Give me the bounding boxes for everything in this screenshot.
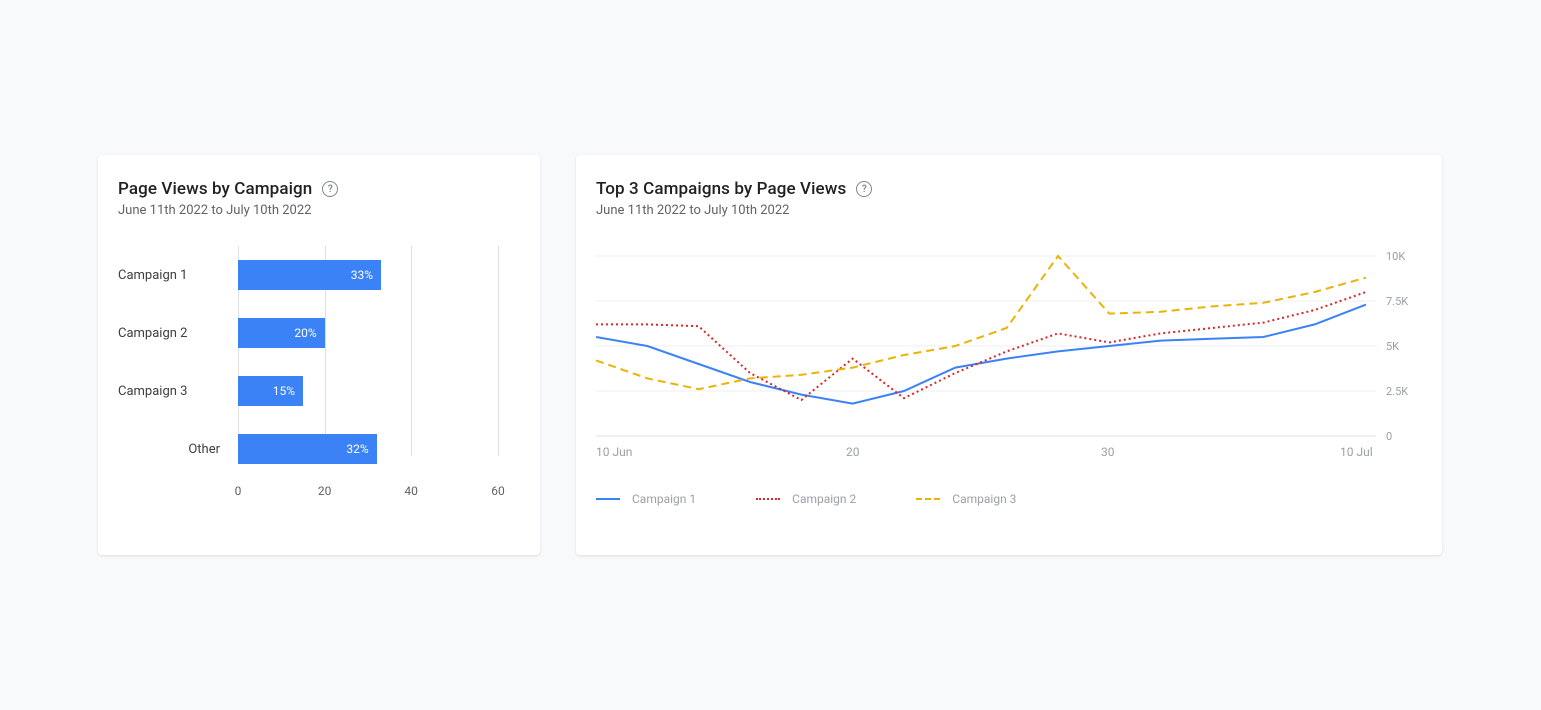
x-tick: 30 bbox=[1101, 445, 1115, 459]
legend-label: Campaign 3 bbox=[952, 492, 1016, 506]
x-tick: 20 bbox=[846, 445, 860, 459]
page-views-by-campaign-card: Page Views by Campaign ? June 11th 2022 … bbox=[98, 155, 540, 555]
top-3-campaigns-card: Top 3 Campaigns by Page Views ? June 11t… bbox=[576, 155, 1442, 555]
bar-row: Campaign 2 20% bbox=[118, 304, 520, 362]
legend-item: Campaign 3 bbox=[916, 492, 1016, 506]
card-title: Top 3 Campaigns by Page Views bbox=[596, 179, 846, 199]
bar-label: Campaign 1 bbox=[118, 268, 238, 283]
series-group bbox=[596, 256, 1366, 404]
bar-fill: 20% bbox=[238, 318, 325, 348]
bar-value: 33% bbox=[351, 268, 373, 282]
legend-item: Campaign 1 bbox=[596, 492, 696, 506]
bar-track: 32% bbox=[238, 434, 520, 464]
card-subtitle: June 11th 2022 to July 10th 2022 bbox=[118, 203, 520, 218]
y-tick: 2.5K bbox=[1386, 385, 1408, 398]
x-tick: 0 bbox=[235, 484, 242, 498]
bar-track: 20% bbox=[238, 318, 520, 348]
legend-swatch-icon bbox=[596, 498, 620, 500]
title-row: Top 3 Campaigns by Page Views ? bbox=[596, 179, 1422, 199]
card-header: Top 3 Campaigns by Page Views ? June 11t… bbox=[596, 179, 1422, 218]
y-tick: 0 bbox=[1386, 430, 1392, 443]
series-line bbox=[596, 305, 1366, 404]
line-chart-svg: 10K 7.5K 5K 2.5K 0 10 Jun 20 30 10 Jul bbox=[596, 246, 1422, 466]
legend-item: Campaign 2 bbox=[756, 492, 856, 506]
bar-row: Campaign 3 15% bbox=[118, 362, 520, 420]
line-chart: 10K 7.5K 5K 2.5K 0 10 Jun 20 30 10 Jul C… bbox=[596, 246, 1422, 506]
help-icon[interactable]: ? bbox=[856, 181, 872, 197]
bar-row: Other 32% bbox=[118, 420, 520, 478]
bar-value: 15% bbox=[273, 384, 295, 398]
y-tick: 10K bbox=[1386, 250, 1405, 263]
bar-value: 20% bbox=[294, 326, 316, 340]
title-row: Page Views by Campaign ? bbox=[118, 179, 520, 199]
x-tick: 10 Jul bbox=[1340, 445, 1373, 459]
bar-value: 32% bbox=[346, 442, 368, 456]
card-title: Page Views by Campaign bbox=[118, 179, 312, 199]
bar-label: Campaign 3 bbox=[118, 384, 238, 399]
grid bbox=[596, 256, 1376, 436]
card-subtitle: June 11th 2022 to July 10th 2022 bbox=[596, 203, 1422, 218]
bar-fill: 33% bbox=[238, 260, 381, 290]
y-tick: 7.5K bbox=[1386, 295, 1408, 308]
legend-label: Campaign 1 bbox=[632, 492, 696, 506]
bar-fill: 15% bbox=[238, 376, 303, 406]
x-tick: 40 bbox=[404, 484, 418, 498]
bar-label: Other bbox=[118, 442, 238, 457]
legend: Campaign 1 Campaign 2 Campaign 3 bbox=[596, 492, 1422, 506]
x-tick: 20 bbox=[318, 484, 332, 498]
bar-chart: Campaign 1 33% Campaign 2 20% Campaign 3… bbox=[118, 246, 520, 484]
bar-label: Campaign 2 bbox=[118, 326, 238, 341]
x-tick: 10 Jun bbox=[596, 445, 632, 459]
legend-label: Campaign 2 bbox=[792, 492, 856, 506]
legend-swatch-icon bbox=[916, 498, 940, 500]
y-tick: 5K bbox=[1386, 340, 1399, 353]
card-header: Page Views by Campaign ? June 11th 2022 … bbox=[118, 179, 520, 218]
bar-fill: 32% bbox=[238, 434, 377, 464]
x-tick: 60 bbox=[491, 484, 505, 498]
bar-row: Campaign 1 33% bbox=[118, 246, 520, 304]
help-icon[interactable]: ? bbox=[322, 181, 338, 197]
legend-swatch-icon bbox=[756, 498, 780, 500]
bar-track: 15% bbox=[238, 376, 520, 406]
bar-track: 33% bbox=[238, 260, 520, 290]
